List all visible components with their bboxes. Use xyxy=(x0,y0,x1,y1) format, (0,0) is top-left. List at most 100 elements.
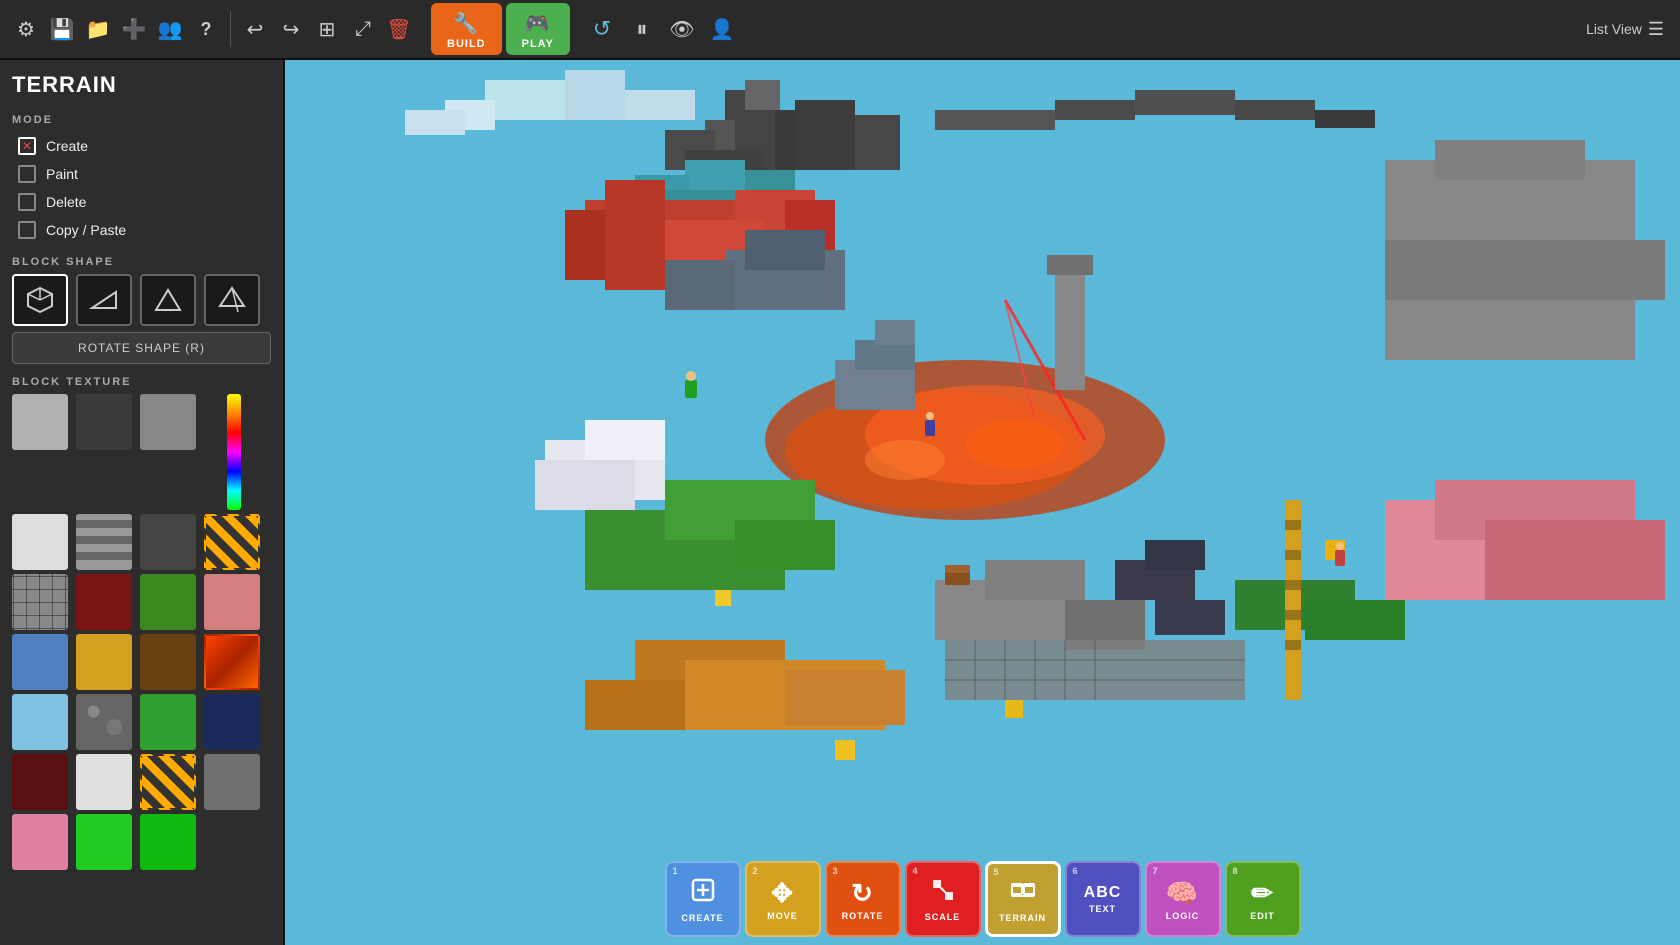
help-icon[interactable]: ? xyxy=(190,13,222,45)
undo-icon[interactable]: ↩ xyxy=(239,13,271,45)
shape-cube[interactable] xyxy=(12,274,68,326)
texture-lava[interactable] xyxy=(204,634,260,690)
texture-stone2[interactable] xyxy=(204,754,260,810)
expand-icon[interactable]: ⤢ xyxy=(347,13,379,45)
mode-delete-label: Delete xyxy=(46,194,86,210)
terrain-tool-label: TERRAIN xyxy=(999,913,1046,923)
rotate-tool-num: 3 xyxy=(833,866,839,876)
copy-layout-icon[interactable]: ⊞ xyxy=(311,13,343,45)
text-tool-label: TEXT xyxy=(1089,904,1116,914)
logic-tool-icon: 🧠 xyxy=(1166,878,1199,909)
list-view-label: List View xyxy=(1586,21,1642,37)
main-area: TERRAIN MODE ✕ Create Paint Delete Copy … xyxy=(0,60,1680,945)
scale-tool-icon xyxy=(930,877,956,910)
person-icon[interactable]: 👤 xyxy=(706,13,738,45)
list-view-button[interactable]: List View ☰ xyxy=(1586,19,1664,40)
texture-green2[interactable] xyxy=(140,694,196,750)
scale-tool-num: 4 xyxy=(913,866,919,876)
viewport[interactable]: 1 CREATE 2 ✥ MOVE 3 xyxy=(285,60,1680,945)
texture-white-stripe[interactable] xyxy=(12,514,68,570)
scale-tool-label: SCALE xyxy=(925,912,961,922)
add-icon[interactable]: ➕ xyxy=(118,13,150,45)
texture-pink-brick[interactable] xyxy=(204,574,260,630)
rotate-tool-button[interactable]: 3 ↻ ROTATE xyxy=(825,861,901,937)
text-tool-icon: ABC xyxy=(1084,884,1122,902)
shape-slope[interactable] xyxy=(76,274,132,326)
settings-icon[interactable]: ⚙ xyxy=(10,13,42,45)
logic-tool-button[interactable]: 7 🧠 LOGIC xyxy=(1145,861,1221,937)
texture-striped[interactable] xyxy=(76,514,132,570)
texture-hazard[interactable] xyxy=(204,514,260,570)
shape-grid xyxy=(12,274,271,326)
pause-icon[interactable]: ⏸ xyxy=(626,13,658,45)
color-slider[interactable] xyxy=(227,394,241,510)
create-tool-label: CREATE xyxy=(681,913,723,923)
mode-create-checkbox[interactable]: ✕ xyxy=(18,137,36,155)
create-tool-num: 1 xyxy=(673,866,679,876)
move-tool-num: 2 xyxy=(753,866,759,876)
mode-paint[interactable]: Paint xyxy=(12,160,271,188)
eye-icon[interactable]: 👁 xyxy=(666,13,698,45)
redo-icon[interactable]: ↪ xyxy=(275,13,307,45)
texture-ice[interactable] xyxy=(12,694,68,750)
texture-dark2[interactable] xyxy=(140,514,196,570)
shape-wedge[interactable] xyxy=(140,274,196,326)
texture-bright-green2[interactable] xyxy=(140,814,196,870)
build-button[interactable]: 🔧 BUILD xyxy=(431,3,502,55)
shape-pyramid[interactable] xyxy=(204,274,260,326)
texture-blue-cracked[interactable] xyxy=(12,634,68,690)
texture-hazard2[interactable] xyxy=(140,754,196,810)
texture-light-gray[interactable] xyxy=(12,394,68,450)
block-shape-section: BLOCK SHAPE xyxy=(12,256,271,364)
texture-gold[interactable] xyxy=(76,634,132,690)
edit-tool-label: EDIT xyxy=(1250,911,1275,921)
build-wrench-icon: 🔧 xyxy=(453,11,479,36)
save-icon[interactable]: 💾 xyxy=(46,13,78,45)
mode-section: MODE ✕ Create Paint Delete Copy / Paste xyxy=(12,114,271,244)
folder-icon[interactable]: 📁 xyxy=(82,13,114,45)
texture-bright-green[interactable] xyxy=(76,814,132,870)
texture-dark-gray[interactable] xyxy=(76,394,132,450)
texture-tile[interactable] xyxy=(12,574,68,630)
texture-white[interactable] xyxy=(76,754,132,810)
terrain-scene xyxy=(285,60,1680,945)
terrain-tool-button[interactable]: 5 TERRAIN xyxy=(985,861,1061,937)
edit-tool-icon: ✏ xyxy=(1251,878,1274,909)
create-tool-button[interactable]: 1 CREATE xyxy=(665,861,741,937)
texture-dark-red[interactable] xyxy=(76,574,132,630)
bottom-toolbar: 1 CREATE 2 ✥ MOVE 3 xyxy=(285,861,1680,945)
users-icon[interactable]: 👥 xyxy=(154,13,186,45)
texture-cobble[interactable] xyxy=(76,694,132,750)
block-texture-label: BLOCK TEXTURE xyxy=(12,376,271,388)
mode-paint-checkbox[interactable] xyxy=(18,165,36,183)
color-slider-col xyxy=(204,394,264,510)
mode-copy-paste-checkbox[interactable] xyxy=(18,221,36,239)
mode-delete-checkbox[interactable] xyxy=(18,193,36,211)
delete-icon[interactable]: 🗑 xyxy=(383,13,415,45)
refresh-icon[interactable]: ↺ xyxy=(586,13,618,45)
rotate-tool-icon: ↻ xyxy=(851,878,874,909)
mode-create[interactable]: ✕ Create xyxy=(12,132,271,160)
logic-tool-num: 7 xyxy=(1153,866,1159,876)
texture-green[interactable] xyxy=(140,574,196,630)
list-view-icon: ☰ xyxy=(1648,19,1664,40)
top-bar: ⚙ 💾 📁 ➕ 👥 ? ↩ ↪ ⊞ ⤢ 🗑 🔧 BUILD 🎮 PLAY ↺ ⏸… xyxy=(0,0,1680,60)
texture-dark-red2[interactable] xyxy=(12,754,68,810)
terrain-tool-num: 5 xyxy=(994,867,1000,877)
mode-delete[interactable]: Delete xyxy=(12,188,271,216)
texture-dark-blue[interactable] xyxy=(204,694,260,750)
mode-create-label: Create xyxy=(46,138,88,154)
mode-paint-label: Paint xyxy=(46,166,78,182)
texture-dirt[interactable] xyxy=(140,634,196,690)
play-gamepad-icon: 🎮 xyxy=(525,11,551,36)
sidebar: TERRAIN MODE ✕ Create Paint Delete Copy … xyxy=(0,60,285,945)
edit-tool-button[interactable]: 8 ✏ EDIT xyxy=(1225,861,1301,937)
play-button[interactable]: 🎮 PLAY xyxy=(506,3,570,55)
mode-copy-paste[interactable]: Copy / Paste xyxy=(12,216,271,244)
texture-gray-brick[interactable] xyxy=(140,394,196,450)
scale-tool-button[interactable]: 4 SCALE xyxy=(905,861,981,937)
texture-pink[interactable] xyxy=(12,814,68,870)
rotate-shape-button[interactable]: ROTATE SHAPE (R) xyxy=(12,332,271,364)
text-tool-button[interactable]: 6 ABC TEXT xyxy=(1065,861,1141,937)
move-tool-button[interactable]: 2 ✥ MOVE xyxy=(745,861,821,937)
